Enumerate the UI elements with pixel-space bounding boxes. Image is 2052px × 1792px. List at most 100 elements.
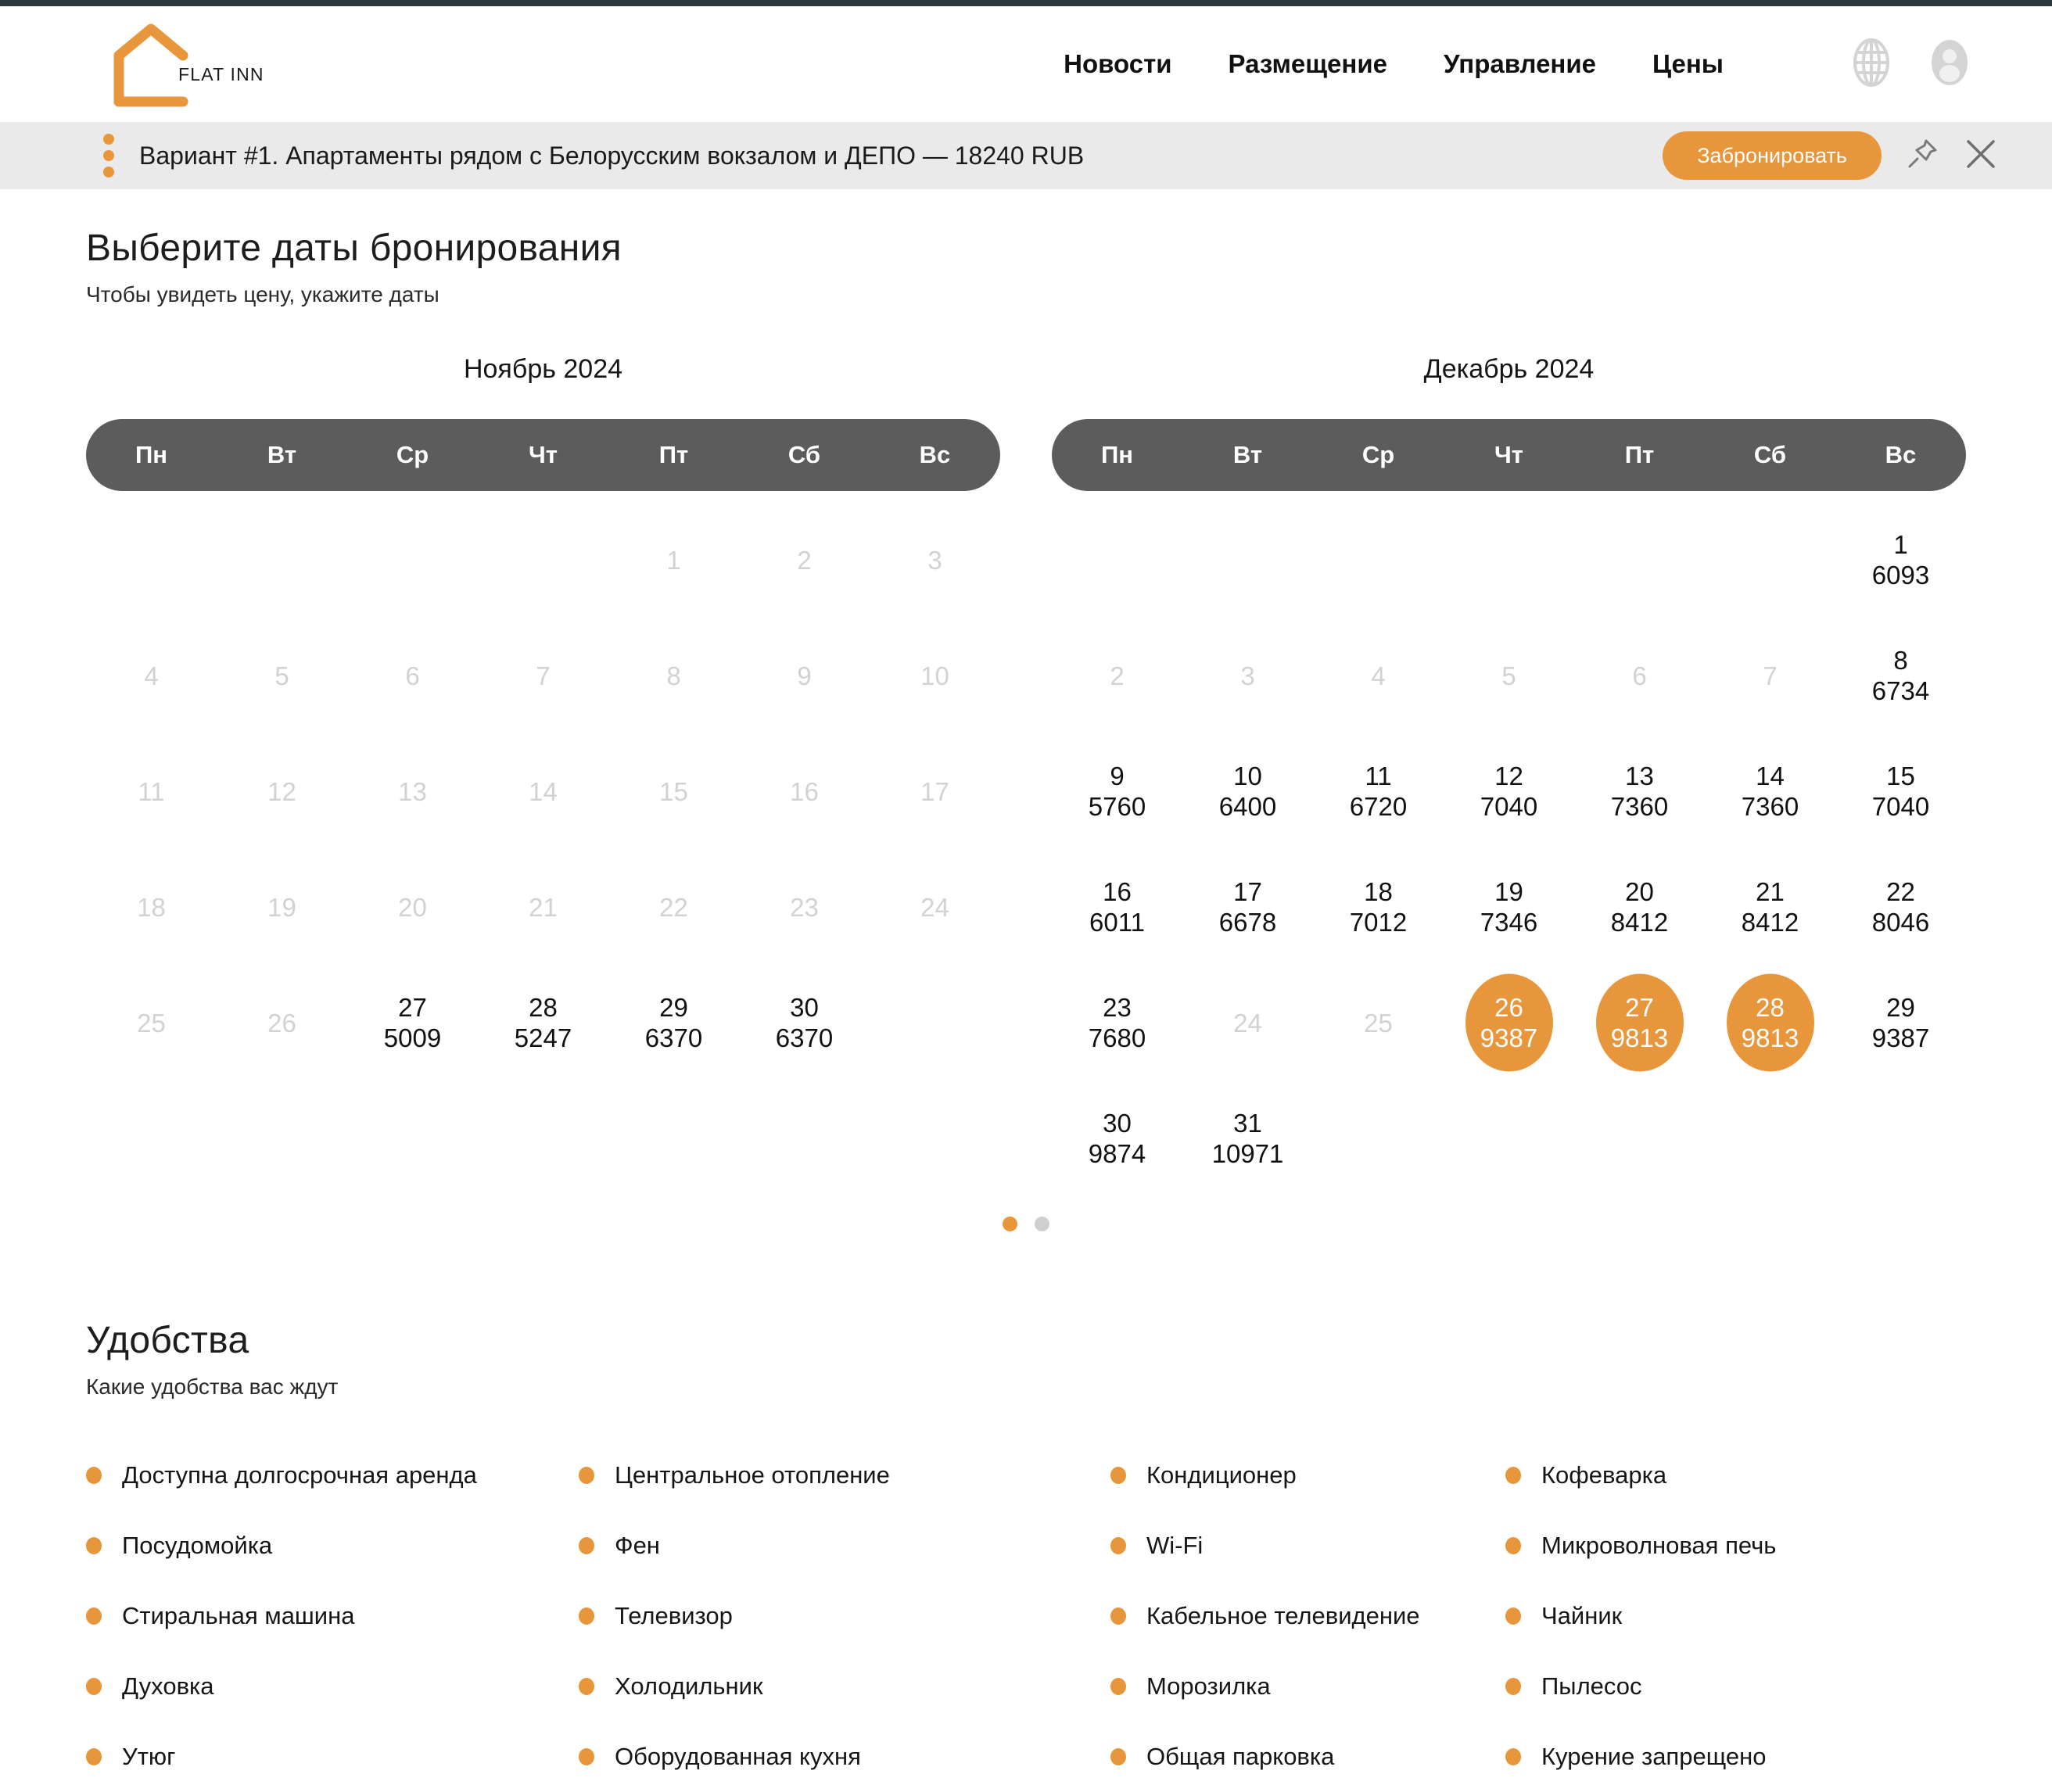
calendar-grid: 1 2 3 4 5 6 7 8 9 10 11 12 13 14 15 16 17 18 19 20 21 22 23 24 2…	[86, 502, 1000, 1081]
calendar-day-cell[interactable]: 31 10971	[1182, 1081, 1313, 1196]
calendar-month-title: Декабрь 2024	[1423, 354, 1595, 384]
bullet-icon	[1505, 1748, 1521, 1765]
calendar-day-price: 6678	[1218, 908, 1277, 937]
nav-management[interactable]: Управление	[1444, 49, 1596, 79]
calendar-day-cell[interactable]: 29 6370	[608, 965, 739, 1081]
calendar-day-cell[interactable]: 18 7012	[1313, 849, 1444, 965]
weekday-label: Вс	[1885, 441, 1917, 468]
calendar-day-cell[interactable]: 14 7360	[1705, 733, 1835, 849]
nav-prices[interactable]: Цены	[1652, 49, 1724, 79]
amenity-item: Чайник	[1505, 1581, 1966, 1651]
calendar-day-price: 7040	[1871, 792, 1930, 821]
calendar-day-cell[interactable]: 12 7040	[1444, 733, 1574, 849]
bullet-icon	[1110, 1537, 1126, 1554]
avatar-icon[interactable]	[1925, 38, 1974, 91]
amenity-item: Посудомойка	[86, 1511, 579, 1581]
book-button[interactable]: Забронировать	[1663, 131, 1882, 180]
calendar-day-cell[interactable]: 8 6734	[1835, 618, 1966, 733]
amenity-label: Посудомойка	[122, 1532, 273, 1559]
calendar-day-number: 7	[1763, 661, 1778, 690]
amenity-item: Стиральная машина	[86, 1581, 579, 1651]
calendar-day-number: 13	[398, 776, 427, 806]
calendar-day-cell: 6	[1574, 618, 1705, 733]
amenity-label: Пылесос	[1541, 1672, 1642, 1700]
drag-handle-icon[interactable]	[103, 134, 114, 177]
bullet-icon	[1110, 1467, 1126, 1484]
calendar-day-price: 6093	[1871, 561, 1930, 590]
calendar-day-cell[interactable]: 28 5247	[478, 965, 608, 1081]
calendar-day-cell[interactable]: 30 6370	[739, 965, 870, 1081]
calendar-day-number: 21	[1756, 877, 1785, 906]
calendar-day-number: 10	[920, 661, 949, 690]
calendar-day-cell[interactable]: 16 6011	[1052, 849, 1182, 965]
calendar-month: Ноябрь 2024 Пн Вт Ср Чт Пт Сб Вс 1 2 3 4 5 6 7 8 9 10 11 12…	[86, 354, 1000, 1196]
carousel-dot[interactable]	[1003, 1217, 1017, 1231]
nav-placement[interactable]: Размещение	[1229, 49, 1387, 79]
calendar-day-cell: 10	[870, 618, 1000, 733]
calendar-day-cell: 20	[347, 849, 478, 965]
calendar-day-number: 19	[267, 892, 296, 922]
calendar-day-cell[interactable]: 19 7346	[1444, 849, 1574, 965]
weekday-label: Ср	[396, 441, 429, 468]
calendar-day-number: 18	[137, 892, 166, 922]
calendar-day-number: 23	[790, 892, 819, 922]
calendar-day-cell[interactable]: 23 7680	[1052, 965, 1182, 1081]
calendar-day-price: 9813	[1610, 1023, 1669, 1052]
close-icon[interactable]	[1963, 136, 1999, 176]
calendar-day-cell[interactable]: 13 7360	[1574, 733, 1705, 849]
calendar-day-cell[interactable]: 29 9387	[1835, 965, 1966, 1081]
calendar-day-number: 26	[267, 1008, 296, 1038]
calendar-day-cell[interactable]: 21 8412	[1705, 849, 1835, 965]
calendar-day-cell[interactable]: 11 6720	[1313, 733, 1444, 849]
calendar-day-number: 31	[1233, 1109, 1262, 1138]
carousel-dot[interactable]	[1035, 1217, 1049, 1231]
amenities-column: Доступна долгосрочная аренда Посудомойка С…	[86, 1440, 579, 1792]
calendar-day-cell[interactable]: 9 5760	[1052, 733, 1182, 849]
calendar-day-cell[interactable]: 20 8412	[1574, 849, 1705, 965]
calendar-day-cell[interactable]: 28 9813	[1705, 965, 1835, 1081]
calendar-day-number: 21	[529, 892, 558, 922]
calendar-day-number: 3	[927, 545, 942, 575]
nav-news[interactable]: Новости	[1064, 49, 1171, 79]
calendar-day-cell[interactable]: 1 6093	[1835, 502, 1966, 618]
calendar-day-number: 13	[1625, 762, 1654, 790]
calendar-day-price: 8412	[1741, 908, 1799, 937]
calendar-day-cell: 16	[739, 733, 870, 849]
amenity-item: Доступна долгосрочная аренда	[86, 1440, 579, 1511]
calendar-day-number: 24	[1233, 1008, 1262, 1038]
calendar-day-cell: 2	[1052, 618, 1182, 733]
calendar-day-price: 5247	[514, 1023, 572, 1052]
amenity-label: Курение запрещено	[1541, 1743, 1767, 1770]
calendar-day-cell: 22	[608, 849, 739, 965]
pin-icon[interactable]	[1905, 137, 1939, 175]
calendar-day-cell[interactable]: 30 9874	[1052, 1081, 1182, 1196]
calendar-day-price: 6370	[644, 1023, 703, 1052]
logo[interactable]: FLAT INN	[102, 17, 336, 111]
calendar-day-price: 9387	[1871, 1023, 1930, 1052]
calendar-day-cell[interactable]: 22 8046	[1835, 849, 1966, 965]
calendar-day-cell[interactable]: 26 9387	[1444, 965, 1574, 1081]
calendar-day-cell[interactable]: 15 7040	[1835, 733, 1966, 849]
bullet-icon	[579, 1607, 594, 1625]
site-header: FLAT INN Новости Размещение Управление Ц…	[0, 6, 2052, 122]
calendar-day-price: 6370	[775, 1023, 834, 1052]
bullet-icon	[579, 1748, 594, 1765]
calendar-day-cell[interactable]: 10 6400	[1182, 733, 1313, 849]
calendar-day-cell: 7	[478, 618, 608, 733]
calendar-day-cell[interactable]: 27 9813	[1574, 965, 1705, 1081]
calendar-day-cell: 7	[1705, 618, 1835, 733]
calendar-day-number: 2	[1110, 661, 1125, 690]
weekday-label: Сб	[1753, 441, 1787, 468]
amenity-label: Утюг	[122, 1743, 176, 1770]
calendar-day-cell[interactable]: 17 6678	[1182, 849, 1313, 965]
calendar-day-price: 5760	[1088, 792, 1146, 821]
weekday-label: Вс	[919, 441, 951, 468]
calendar-day-cell: 3	[1182, 618, 1313, 733]
weekday-label: Чт	[529, 441, 558, 468]
calendar-day-cell: 15	[608, 733, 739, 849]
globe-icon[interactable]	[1847, 38, 1896, 91]
calendar-day-price: 7680	[1088, 1023, 1146, 1052]
calendar-day-cell[interactable]: 27 5009	[347, 965, 478, 1081]
weekday-label: Сб	[787, 441, 821, 468]
amenity-label: Оборудованная кухня	[615, 1743, 861, 1770]
